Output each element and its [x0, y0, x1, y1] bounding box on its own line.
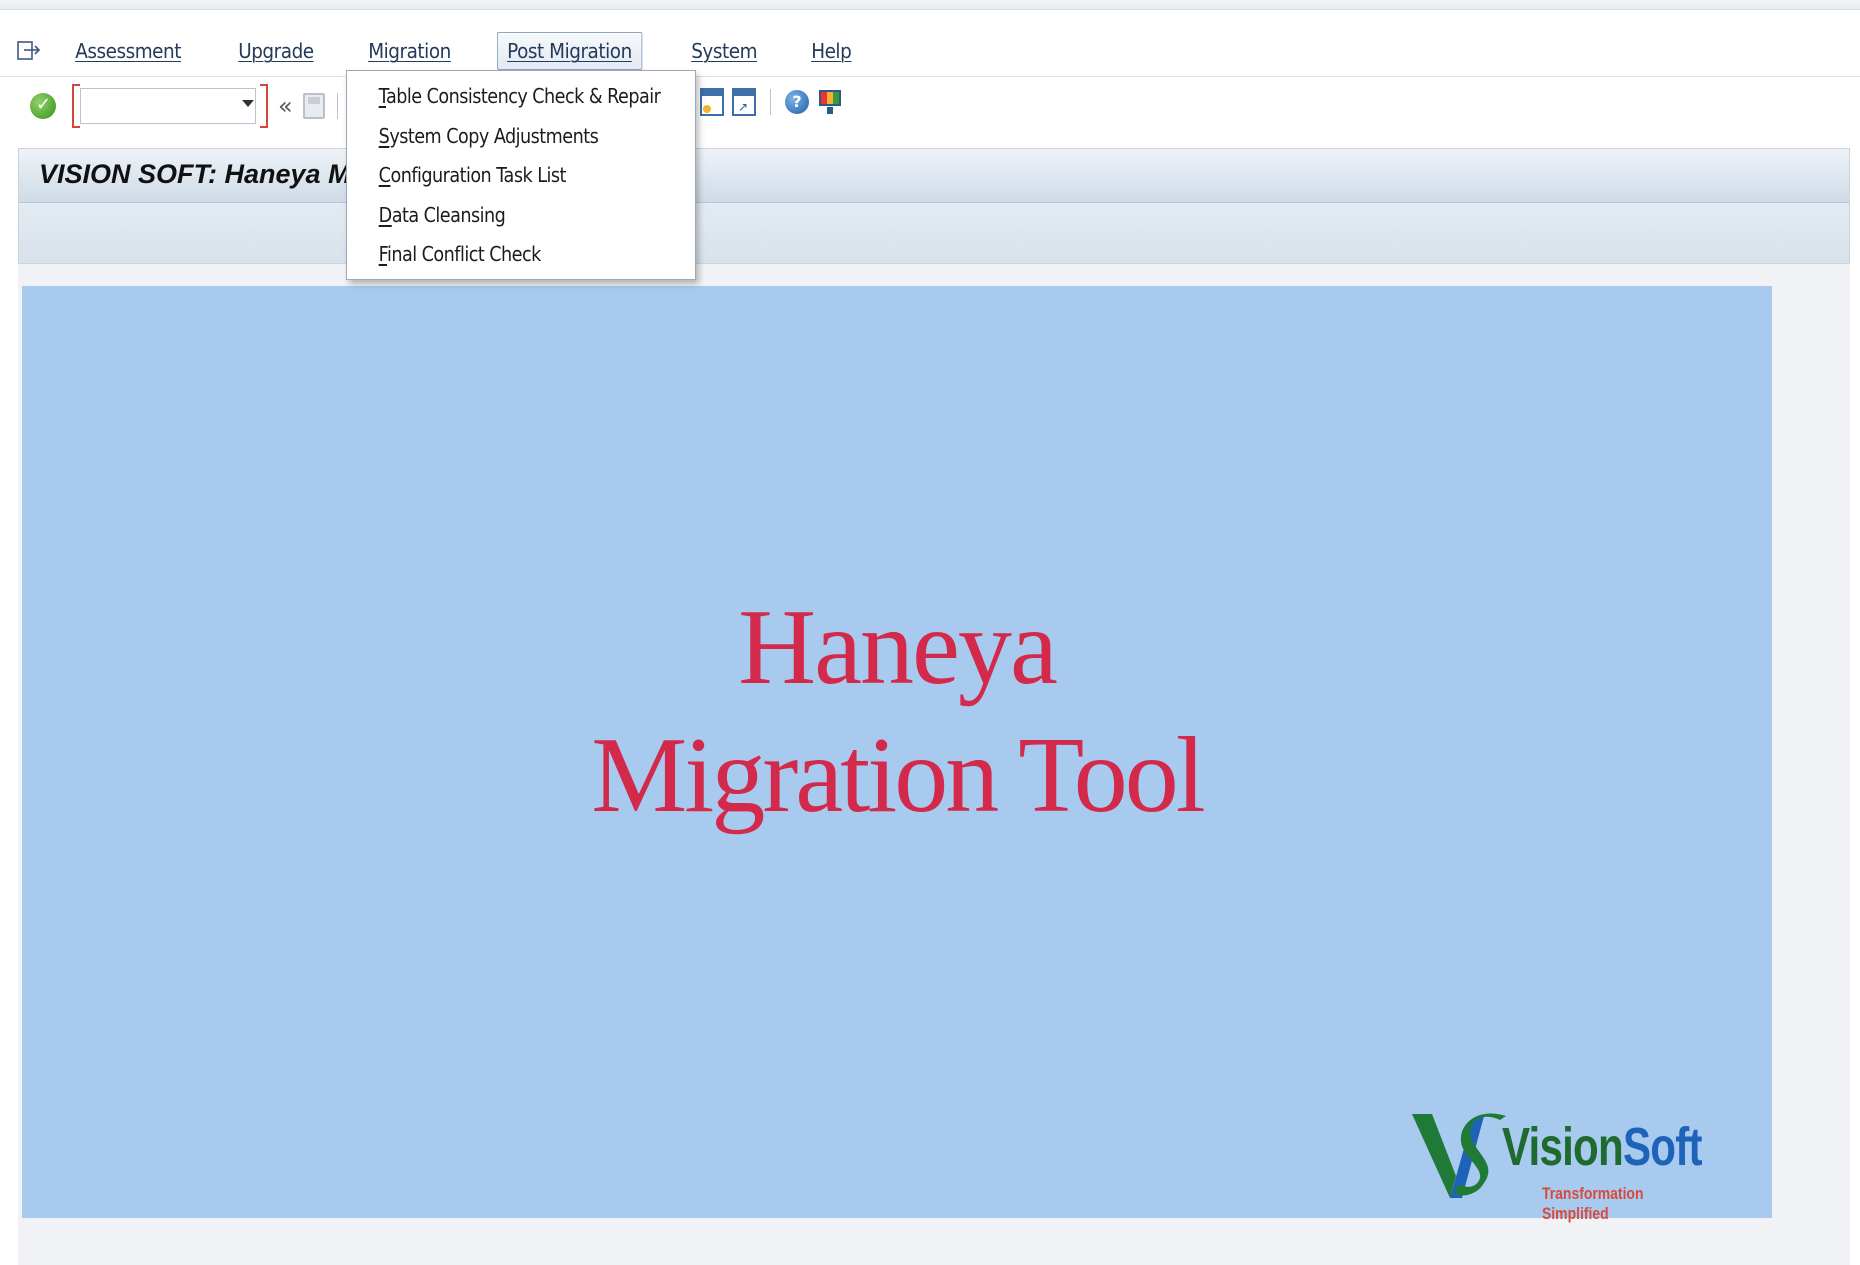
accel-key: C: [378, 163, 391, 187]
application-toolbar: [19, 203, 1849, 263]
menu-item-label: ata Cleansing: [391, 202, 506, 227]
splash-title-line2: Migration Tool: [591, 716, 1205, 835]
logo-tagline: Transformation Simplified: [1542, 1184, 1644, 1223]
monitor-screen: [819, 90, 841, 106]
menu-item-system-copy-adjustments[interactable]: System Copy Adjustments: [347, 117, 653, 157]
menu-migration[interactable]: Migration: [359, 33, 460, 69]
menubar-divider: [0, 76, 1860, 77]
menu-item-label: ystem Copy Adjustments: [389, 123, 599, 148]
logo-wordmark-soft: Soft: [1622, 1117, 1703, 1177]
splash-banner: Haneya Migration Tool VisionSoft Transfo…: [22, 286, 1772, 1223]
menu-help[interactable]: Help: [802, 33, 861, 69]
exit-icon[interactable]: [16, 39, 42, 63]
toolbar-separator: [336, 93, 338, 119]
shortcut-icon[interactable]: [732, 88, 756, 116]
page-title: VISION SOFT: Haneya Mig: [39, 159, 375, 189]
vs-logo-mark-icon: [1412, 1113, 1506, 1198]
save-icon[interactable]: [302, 93, 325, 119]
monitor-stand: [827, 107, 833, 114]
title-bar: VISION SOFT: Haneya Mig: [19, 149, 1849, 203]
menu-item-table-consistency-check[interactable]: Table Consistency Check & Repair: [347, 77, 661, 117]
menu-item-label: onfiguration Task List: [390, 163, 566, 187]
chevron-down-icon[interactable]: [242, 100, 254, 107]
logo-wordmark-vision: Vision: [1502, 1117, 1624, 1177]
post-migration-dropdown: Table Consistency Check & Repair System …: [346, 70, 696, 280]
double-chevron-left-icon[interactable]: «: [278, 92, 293, 120]
customize-layout-icon[interactable]: [817, 89, 843, 115]
window-top-edge: [0, 0, 1860, 10]
command-field[interactable]: [72, 84, 268, 128]
menu-item-data-cleansing[interactable]: Data Cleansing: [347, 196, 653, 236]
accel-key: D: [378, 202, 393, 227]
menu-upgrade[interactable]: Upgrade: [229, 33, 323, 69]
create-session-icon[interactable]: [700, 88, 724, 116]
menu-item-label: inal Conflict Check: [386, 242, 541, 266]
menu-item-configuration-task-list[interactable]: Configuration Task List: [347, 156, 653, 196]
menu-bar: Assessment Upgrade Migration Post Migrat…: [0, 28, 1860, 74]
splash-title-line1: Haneya: [738, 588, 1058, 707]
command-field-bracket-left: [72, 84, 80, 128]
content-area: Haneya Migration Tool VisionSoft Transfo…: [18, 264, 1850, 1265]
logo-wordmark: VisionSoft: [1502, 1116, 1702, 1178]
help-icon[interactable]: ?: [785, 90, 809, 114]
command-input[interactable]: [80, 88, 256, 124]
title-panel: VISION SOFT: Haneya Mig: [18, 148, 1850, 264]
menu-item-final-conflict-check[interactable]: Final Conflict Check: [347, 235, 653, 275]
menu-post-migration[interactable]: Post Migration: [496, 32, 642, 70]
menu-assessment[interactable]: Assessment: [66, 33, 190, 69]
visionsoft-logo: VisionSoft Transformation Simplified: [1410, 1106, 1750, 1223]
enter-check-icon[interactable]: [30, 93, 56, 119]
menu-item-label: able Consistency Check & Repair: [385, 84, 661, 108]
accel-key: S: [378, 123, 390, 148]
toolbar-right-group: ?: [700, 88, 843, 116]
toolbar-separator: [770, 89, 771, 115]
command-field-bracket-right: [260, 84, 268, 128]
standard-toolbar: «: [0, 80, 1860, 132]
menu-system[interactable]: System: [682, 33, 766, 69]
